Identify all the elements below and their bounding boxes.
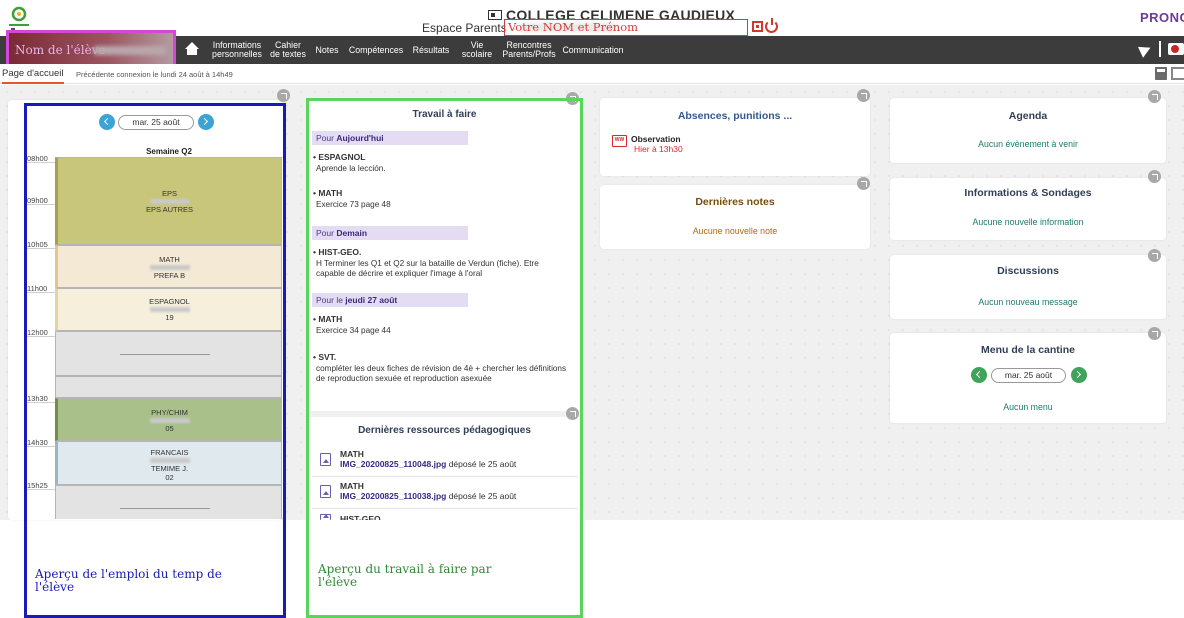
nav-competences[interactable]: Compétences [345,38,407,62]
nav-vie-scolaire[interactable]: Vie scolaire [457,38,497,62]
breadcrumb-page[interactable]: Page d'accueil [2,68,64,84]
agenda-empty: Aucun évènement à venir [978,139,1078,149]
discussions-title[interactable]: Discussions [890,265,1166,277]
annotation-timetable-frame [24,103,286,618]
absences-title[interactable]: Absences, punitions ... [600,110,870,122]
nav-divider [1159,41,1161,57]
discussions-empty: Aucun nouveau message [978,297,1078,307]
annotation-homework-frame [306,98,583,618]
top-header: COLLEGE CELIMENE GAUDIEUX Espace Parents… [0,0,1184,36]
informations-title[interactable]: Informations & Sondages [890,187,1166,199]
informations-empty: Aucune nouvelle information [972,217,1084,227]
expand-notes-icon[interactable] [857,177,870,190]
espace-title: Espace Parents [422,21,507,35]
language-flag-icon[interactable] [1168,43,1184,55]
expand-cantine-icon[interactable] [1148,327,1161,340]
agenda-panel [890,98,1166,163]
print-icon[interactable] [1171,67,1184,80]
id-card-icon [488,10,502,20]
logout-icon[interactable] [765,18,778,33]
cantine-prev-button[interactable] [971,367,987,383]
qr-code-icon[interactable] [752,21,763,32]
expand-absences-icon[interactable] [857,89,870,102]
breadcrumb-bar: Page d'accueil Précédente connexion le l… [0,64,1184,84]
last-connection: Précédente connexion le lundi 24 août à … [76,70,233,79]
cantine-empty: Aucun menu [1003,402,1053,412]
expand-agenda-icon[interactable] [1148,90,1161,103]
home-icon[interactable] [178,36,206,64]
expand-discussions-icon[interactable] [1148,249,1161,262]
cantine-date[interactable]: mar. 25 août [991,368,1066,383]
notes-title[interactable]: Dernières notes [600,196,870,208]
nav-informations-personnelles[interactable]: Informations personnelles [209,38,265,62]
notes-panel [600,185,870,249]
student-name: Nom de l'élève [15,43,106,57]
pronote-parent-home: COLLEGE CELIMENE GAUDIEUX Espace Parents… [0,0,1184,618]
pronote-brand: PRONOT [1140,10,1184,25]
notes-empty: Aucune nouvelle note [692,226,778,236]
expand-informations-icon[interactable] [1148,170,1161,183]
annotation-timetable-text: Aperçu de l'emploi du temp de l'élève [35,567,222,594]
school-logo [9,6,29,31]
cantine-title[interactable]: Menu de la cantine [890,344,1166,356]
save-icon[interactable] [1155,67,1167,80]
observation-icon: WW [612,135,627,147]
nav-communication[interactable]: Communication [560,38,626,62]
cantine-next-button[interactable] [1071,367,1087,383]
nav-rencontres[interactable]: Rencontres Parents/Profs [498,38,560,62]
agenda-title[interactable]: Agenda [890,110,1166,122]
brand-text: PRONO [1140,10,1184,25]
nav-resultats[interactable]: Résultats [409,38,453,62]
nav-cahier-de-textes[interactable]: Cahier de textes [267,38,309,62]
observation-time: Hier à 13h30 [634,144,683,154]
nav-notes[interactable]: Notes [312,38,342,62]
annotation-homework-text: Aperçu du travail à faire par l'élève [318,562,492,589]
annotation-user-name: Votre NOM et Prénom [504,19,748,36]
observation-label[interactable]: Observation [631,134,681,144]
blurred-student-name [93,46,167,55]
expand-timetable-icon[interactable] [277,89,290,102]
